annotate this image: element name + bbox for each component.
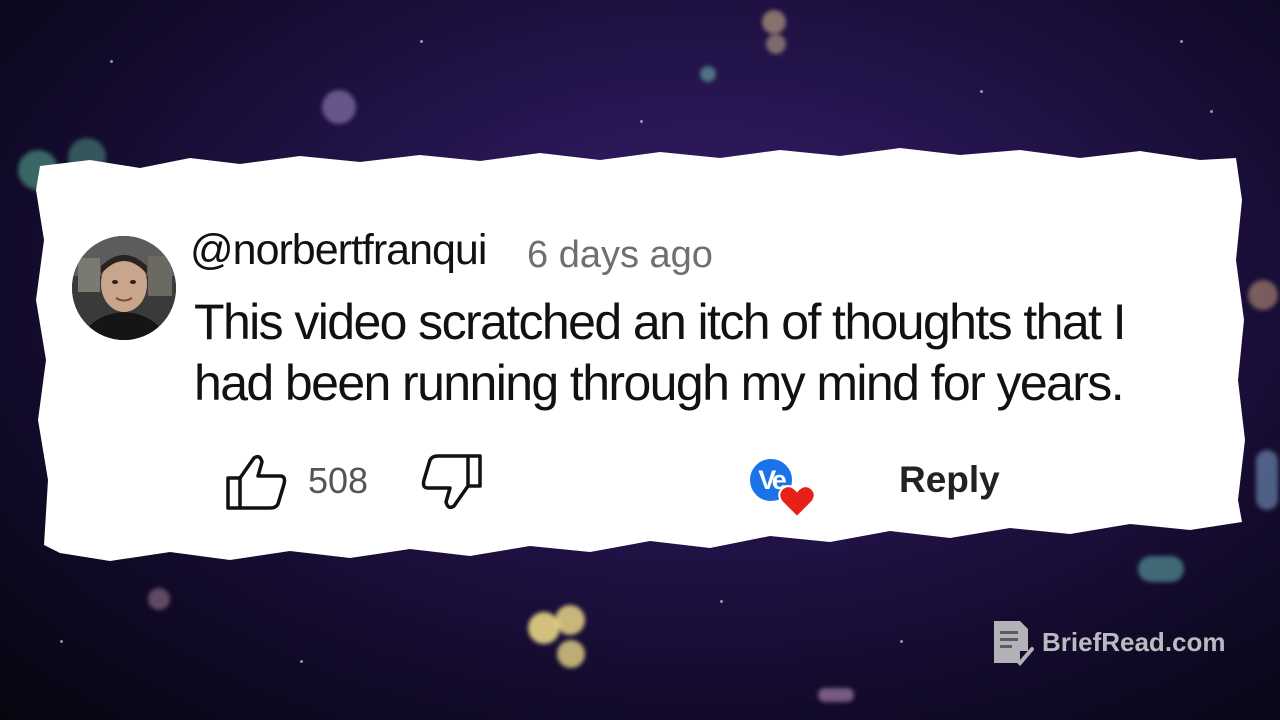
avatar[interactable] bbox=[72, 236, 176, 340]
watermark-text: BriefRead.com bbox=[1042, 626, 1226, 657]
thumbs-down-icon bbox=[421, 454, 482, 510]
dislike-button[interactable] bbox=[418, 452, 484, 512]
reply-button[interactable]: Reply bbox=[899, 459, 1000, 501]
document-check-icon bbox=[994, 621, 1034, 666]
comment-timestamp[interactable]: 6 days ago bbox=[527, 234, 713, 277]
heart-icon bbox=[778, 485, 816, 519]
username[interactable]: @norbertfranqui bbox=[190, 226, 487, 275]
like-count: 508 bbox=[308, 460, 369, 501]
comment-text: This video scratched an itch of thoughts… bbox=[194, 294, 1127, 411]
creator-heart-badge[interactable]: Ve bbox=[748, 457, 818, 521]
watermark: BriefRead.com bbox=[990, 617, 1226, 667]
thumbs-up-icon bbox=[226, 454, 287, 510]
comment-card: @norbertfranqui 6 days ago This video sc… bbox=[0, 0, 1280, 720]
like-button[interactable] bbox=[224, 452, 290, 512]
